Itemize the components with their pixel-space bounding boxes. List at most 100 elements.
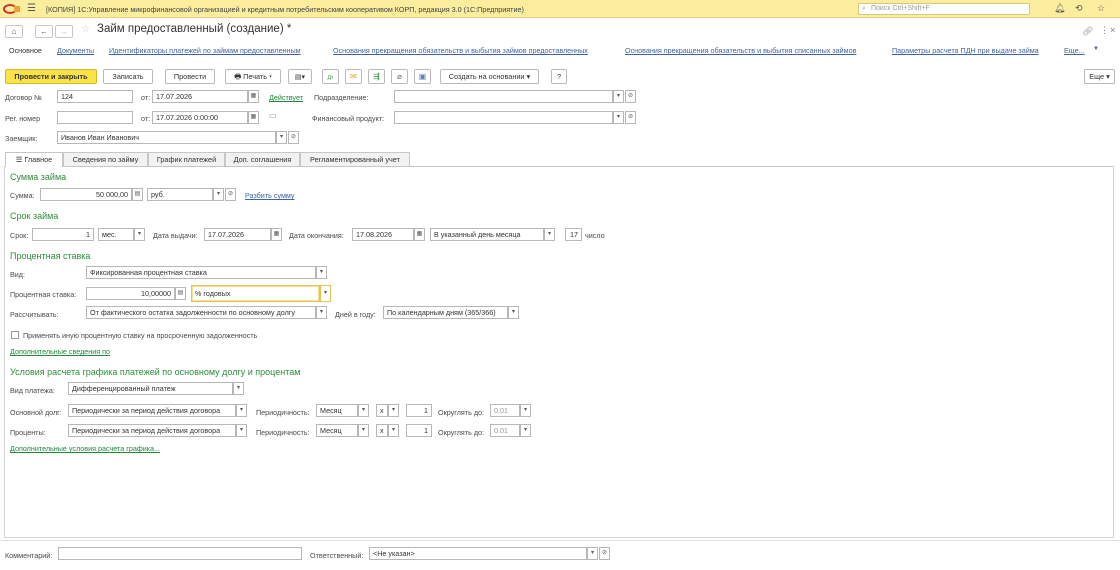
tab-regulated-accounting[interactable]: Регламентированный учет	[300, 152, 410, 166]
report-button[interactable]: ▤▾	[288, 69, 312, 84]
tab-main[interactable]: ☰ Главное	[5, 152, 63, 167]
interest-period-field[interactable]: Периодически за период действия договора	[68, 424, 236, 437]
days-in-year-field[interactable]: По календарным дням (365/366)	[383, 306, 508, 319]
calculator-button[interactable]: ▤	[132, 188, 143, 201]
link-icon[interactable]: 🔗︎	[1082, 26, 1093, 37]
nav-link-main[interactable]: Основное	[9, 46, 42, 55]
rate-field[interactable]: 10,00000	[86, 287, 175, 300]
interest-freq-field[interactable]: Месяц	[316, 424, 358, 437]
nav-link-pdn-params[interactable]: Параметры расчета ПДН при выдаче займа	[892, 46, 1039, 55]
attach-button[interactable]: ⌀	[391, 69, 408, 84]
principal-period-field[interactable]: Периодически за период действия договора	[68, 404, 236, 417]
history-icon[interactable]: ⟲	[1075, 3, 1083, 14]
message-icon[interactable]: ▭	[269, 111, 277, 120]
nav-link-more[interactable]: Еще...	[1064, 46, 1085, 55]
print-button[interactable]: 🖶︎ Печать ▾	[225, 69, 281, 84]
rate-unit-dropdown-button[interactable]: ▾	[320, 285, 331, 302]
principal-round-dropdown-button[interactable]: ▾	[520, 404, 531, 417]
forward-button[interactable]: →	[55, 25, 73, 38]
interest-freq-dropdown-button[interactable]: ▾	[358, 424, 369, 437]
principal-freq-dropdown-button[interactable]: ▾	[358, 404, 369, 417]
amount-field[interactable]: 50 000,00	[40, 188, 132, 201]
currency-dropdown-button[interactable]: ▾	[213, 188, 224, 201]
tab-loan-info[interactable]: Сведения по займу	[63, 152, 148, 166]
responsible-open-button[interactable]: ⊘	[599, 547, 610, 560]
payment-day-mode-field[interactable]: В указанный день месяца	[430, 228, 544, 241]
currency-open-button[interactable]: ⊘	[225, 188, 236, 201]
nav-link-documents[interactable]: Документы	[57, 46, 94, 55]
help-button[interactable]: ?	[551, 69, 567, 84]
division-dropdown-button[interactable]: ▾	[613, 90, 624, 103]
rate-kind-dropdown-button[interactable]: ▾	[316, 266, 327, 279]
product-open-button[interactable]: ⊘	[625, 111, 636, 124]
reg-date-field[interactable]: 17.07.2026 0:00:00	[152, 111, 248, 124]
principal-mult-dropdown-button[interactable]: ▾	[388, 404, 399, 417]
term-unit-field[interactable]: мес.	[98, 228, 134, 241]
term-field[interactable]: 1	[32, 228, 94, 241]
borrower-field[interactable]: Иванов Иван Иванович	[57, 131, 276, 144]
payment-type-field[interactable]: Дифференцированный платеж	[68, 382, 233, 395]
end-date-field[interactable]: 17.08.2026	[352, 228, 414, 241]
product-dropdown-button[interactable]: ▾	[613, 111, 624, 124]
division-field[interactable]	[394, 90, 613, 103]
rate-kind-field[interactable]: Фиксированная процентная ставка	[86, 266, 316, 279]
principal-round-field[interactable]: 0.01	[490, 404, 520, 417]
mail-button[interactable]: ✉	[345, 69, 362, 84]
issue-date-field[interactable]: 17.07.2026	[204, 228, 271, 241]
interest-count-field[interactable]: 1	[406, 424, 432, 437]
tab-payment-schedule[interactable]: График платежей	[148, 152, 225, 166]
days-in-year-dropdown-button[interactable]: ▾	[508, 306, 519, 319]
structure-button[interactable]: ⇶	[368, 69, 385, 84]
split-amount-link[interactable]: Разбить сумму	[245, 191, 295, 200]
rate-calculator-button[interactable]: ▤	[175, 287, 186, 300]
main-menu-icon[interactable]: ☰	[27, 3, 36, 14]
overdue-rate-checkbox[interactable]	[11, 331, 19, 339]
principal-count-field[interactable]: 1	[406, 404, 432, 417]
end-calendar-button[interactable]: ▦	[414, 228, 425, 241]
currency-field[interactable]: руб.	[147, 188, 213, 201]
rate-unit-field[interactable]: % годовых	[191, 285, 320, 302]
contract-date-field[interactable]: 17.07.2026	[152, 90, 248, 103]
calendar-button[interactable]: ▦	[248, 90, 259, 103]
term-unit-dropdown-button[interactable]: ▾	[134, 228, 145, 241]
back-button[interactable]: ←	[35, 25, 53, 38]
interest-mult-field[interactable]: х	[376, 424, 388, 437]
calc-field[interactable]: От фактического остатка задолженности по…	[86, 306, 316, 319]
nav-link-termination-granted[interactable]: Основания прекращения обязательств и выб…	[333, 46, 588, 55]
more-button[interactable]: Еще ▾	[1084, 69, 1115, 84]
bell-icon[interactable]: 🔔︎	[1054, 3, 1065, 14]
payment-type-dropdown-button[interactable]: ▾	[233, 382, 244, 395]
rate-extra-info-link[interactable]: Дополнительные сведения по	[10, 347, 110, 356]
create-based-on-button[interactable]: Создать на основании ▾	[440, 69, 539, 84]
interest-round-dropdown-button[interactable]: ▾	[520, 424, 531, 437]
interest-mult-dropdown-button[interactable]: ▾	[388, 424, 399, 437]
dt-kt-button[interactable]: Дт	[322, 69, 339, 84]
product-field[interactable]	[394, 111, 613, 124]
schedule-extra-link[interactable]: Дополнительные условия расчета графика..…	[10, 444, 160, 453]
favorite-star-icon[interactable]: ☆	[81, 24, 90, 35]
division-open-button[interactable]: ⊘	[625, 90, 636, 103]
responsible-dropdown-button[interactable]: ▾	[587, 547, 598, 560]
post-and-close-button[interactable]: Провести и закрыть	[5, 69, 97, 84]
principal-freq-field[interactable]: Месяц	[316, 404, 358, 417]
principal-period-dropdown-button[interactable]: ▾	[236, 404, 247, 417]
files-button[interactable]: ▣	[414, 69, 431, 84]
reg-number-field[interactable]	[57, 111, 133, 124]
interest-period-dropdown-button[interactable]: ▾	[236, 424, 247, 437]
close-icon[interactable]: ×	[1110, 25, 1115, 35]
responsible-field[interactable]: <Не указан>	[369, 547, 587, 560]
contract-number-field[interactable]: 124	[57, 90, 133, 103]
borrower-dropdown-button[interactable]: ▾	[276, 131, 287, 144]
global-search-input[interactable]: ⌕ Поиск Ctrl+Shift+F	[858, 3, 1030, 15]
payment-day-mode-dropdown-button[interactable]: ▾	[544, 228, 555, 241]
borrower-open-button[interactable]: ⊘	[288, 131, 299, 144]
save-button[interactable]: Записать	[103, 69, 153, 84]
more-vertical-icon[interactable]: ⋮	[1100, 25, 1109, 36]
reg-calendar-button[interactable]: ▦	[248, 111, 259, 124]
comment-field[interactable]	[58, 547, 302, 560]
calc-dropdown-button[interactable]: ▾	[316, 306, 327, 319]
status-active-link[interactable]: Действует	[269, 93, 303, 102]
home-button[interactable]: ⌂	[5, 25, 23, 38]
tab-additional-agreements[interactable]: Доп. соглашения	[225, 152, 300, 166]
post-button[interactable]: Провести	[165, 69, 215, 84]
